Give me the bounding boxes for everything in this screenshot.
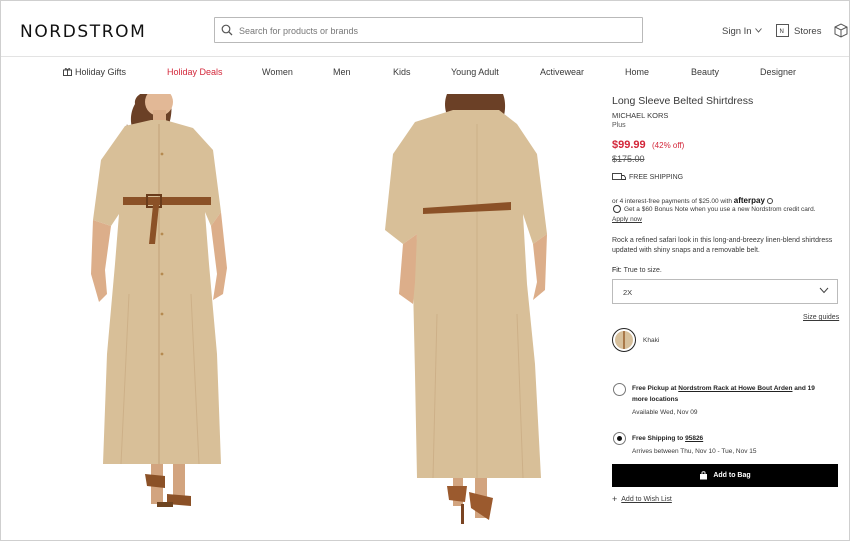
afterpay-logo: afterpay bbox=[733, 196, 765, 205]
nav-women[interactable]: Women bbox=[262, 67, 293, 77]
add-to-wish-list-link[interactable]: + Add to Wish List bbox=[612, 494, 672, 504]
plus-icon: + bbox=[612, 494, 618, 504]
search-input[interactable] bbox=[239, 22, 629, 39]
gift-icon bbox=[63, 68, 72, 76]
free-shipping-label: FREE SHIPPING bbox=[629, 174, 684, 181]
search-bar[interactable] bbox=[214, 17, 643, 43]
stores-link[interactable]: Stores bbox=[794, 26, 821, 37]
color-name: Khaki bbox=[643, 337, 660, 344]
bonus-note-text: Get a $60 Bonus Note when you use a new … bbox=[624, 206, 816, 213]
afterpay-info: or 4 interest-free payments of $25.00 wi… bbox=[612, 196, 773, 205]
fit-info: Fit: True to size. bbox=[612, 267, 662, 274]
nav-activewear[interactable]: Activewear bbox=[540, 67, 584, 77]
pickup-availability: Available Wed, Nov 09 bbox=[632, 409, 698, 416]
pickup-prefix: Free Pickup at bbox=[632, 385, 679, 392]
brand-link[interactable]: MICHAEL KORS bbox=[612, 111, 668, 120]
product-description: Rock a refined safari look in this long-… bbox=[612, 237, 833, 254]
shipping-radio[interactable] bbox=[613, 432, 626, 445]
chevron-down-icon bbox=[819, 287, 829, 294]
nav-kids[interactable]: Kids bbox=[393, 67, 411, 77]
nav-designer[interactable]: Designer bbox=[760, 67, 796, 77]
product-image-front[interactable] bbox=[67, 88, 275, 534]
apply-now-link[interactable]: Apply now bbox=[612, 216, 642, 223]
original-price: $175.00 bbox=[612, 154, 645, 164]
truck-icon bbox=[612, 173, 626, 180]
percent-off: (42% off) bbox=[652, 141, 685, 150]
nav-men[interactable]: Men bbox=[333, 67, 351, 77]
pickup-radio[interactable] bbox=[613, 383, 626, 396]
fit-value: True to size. bbox=[623, 267, 662, 274]
shipping-option-text: Free Shipping to 95826 bbox=[632, 433, 703, 444]
color-swatch-khaki[interactable] bbox=[612, 328, 636, 352]
bag-icon bbox=[700, 471, 708, 480]
nav-beauty[interactable]: Beauty bbox=[691, 67, 719, 77]
svg-text:N: N bbox=[780, 29, 784, 35]
category-nav: Holiday Gifts Holiday Deals Women Men Ki… bbox=[1, 58, 849, 86]
size-dropdown[interactable]: 2X bbox=[612, 279, 838, 304]
afterpay-text: or 4 interest-free payments of $25.00 wi… bbox=[612, 198, 732, 205]
chevron-down-icon bbox=[755, 28, 763, 33]
site-header: NORDSTROM Sign In N Stores bbox=[1, 1, 849, 57]
pickup-option-text: Free Pickup at Nordstrom Rack at Howe Bo… bbox=[632, 383, 838, 405]
add-to-bag-button[interactable]: Add to Bag bbox=[612, 464, 838, 487]
store-icon[interactable]: N bbox=[776, 24, 789, 37]
sign-in-link[interactable]: Sign In bbox=[722, 26, 763, 37]
pickup-suffix: and 19 bbox=[792, 385, 815, 392]
nav-label: Holiday Gifts bbox=[75, 67, 127, 77]
wish-list-label: Add to Wish List bbox=[621, 496, 672, 503]
size-guides-link[interactable]: Size guides bbox=[803, 314, 839, 321]
nav-young-adult[interactable]: Young Adult bbox=[451, 67, 499, 77]
nav-home[interactable]: Home bbox=[625, 67, 649, 77]
shipping-arrival: Arrives between Thu, Nov 10 - Tue, Nov 1… bbox=[632, 448, 757, 455]
add-to-bag-label: Add to Bag bbox=[713, 472, 751, 479]
size-selected-value: 2X bbox=[623, 288, 633, 297]
nav-holiday-gifts[interactable]: Holiday Gifts bbox=[63, 67, 126, 77]
nordstrom-logo[interactable]: NORDSTROM bbox=[20, 22, 146, 42]
product-image-back[interactable] bbox=[357, 94, 565, 534]
sale-price: $99.99 bbox=[612, 139, 646, 151]
shopping-bag-icon[interactable] bbox=[834, 23, 848, 43]
fit-label: Fit: bbox=[612, 267, 622, 274]
nordstrom-card-icon bbox=[613, 205, 621, 213]
info-icon[interactable] bbox=[766, 198, 773, 205]
pickup-more-locations: more locations bbox=[632, 396, 679, 403]
search-icon bbox=[221, 24, 233, 36]
shipping-zip-link[interactable]: 95826 bbox=[685, 435, 703, 442]
product-title: Long Sleeve Belted Shirtdress bbox=[612, 95, 754, 107]
sign-in-label: Sign In bbox=[722, 26, 752, 37]
nav-holiday-deals[interactable]: Holiday Deals bbox=[167, 67, 223, 77]
pickup-store-link[interactable]: Nordstrom Rack at Howe Bout Arden bbox=[678, 385, 792, 392]
shipping-prefix: Free Shipping to bbox=[632, 435, 686, 442]
fit-tag: Plus bbox=[612, 122, 626, 129]
